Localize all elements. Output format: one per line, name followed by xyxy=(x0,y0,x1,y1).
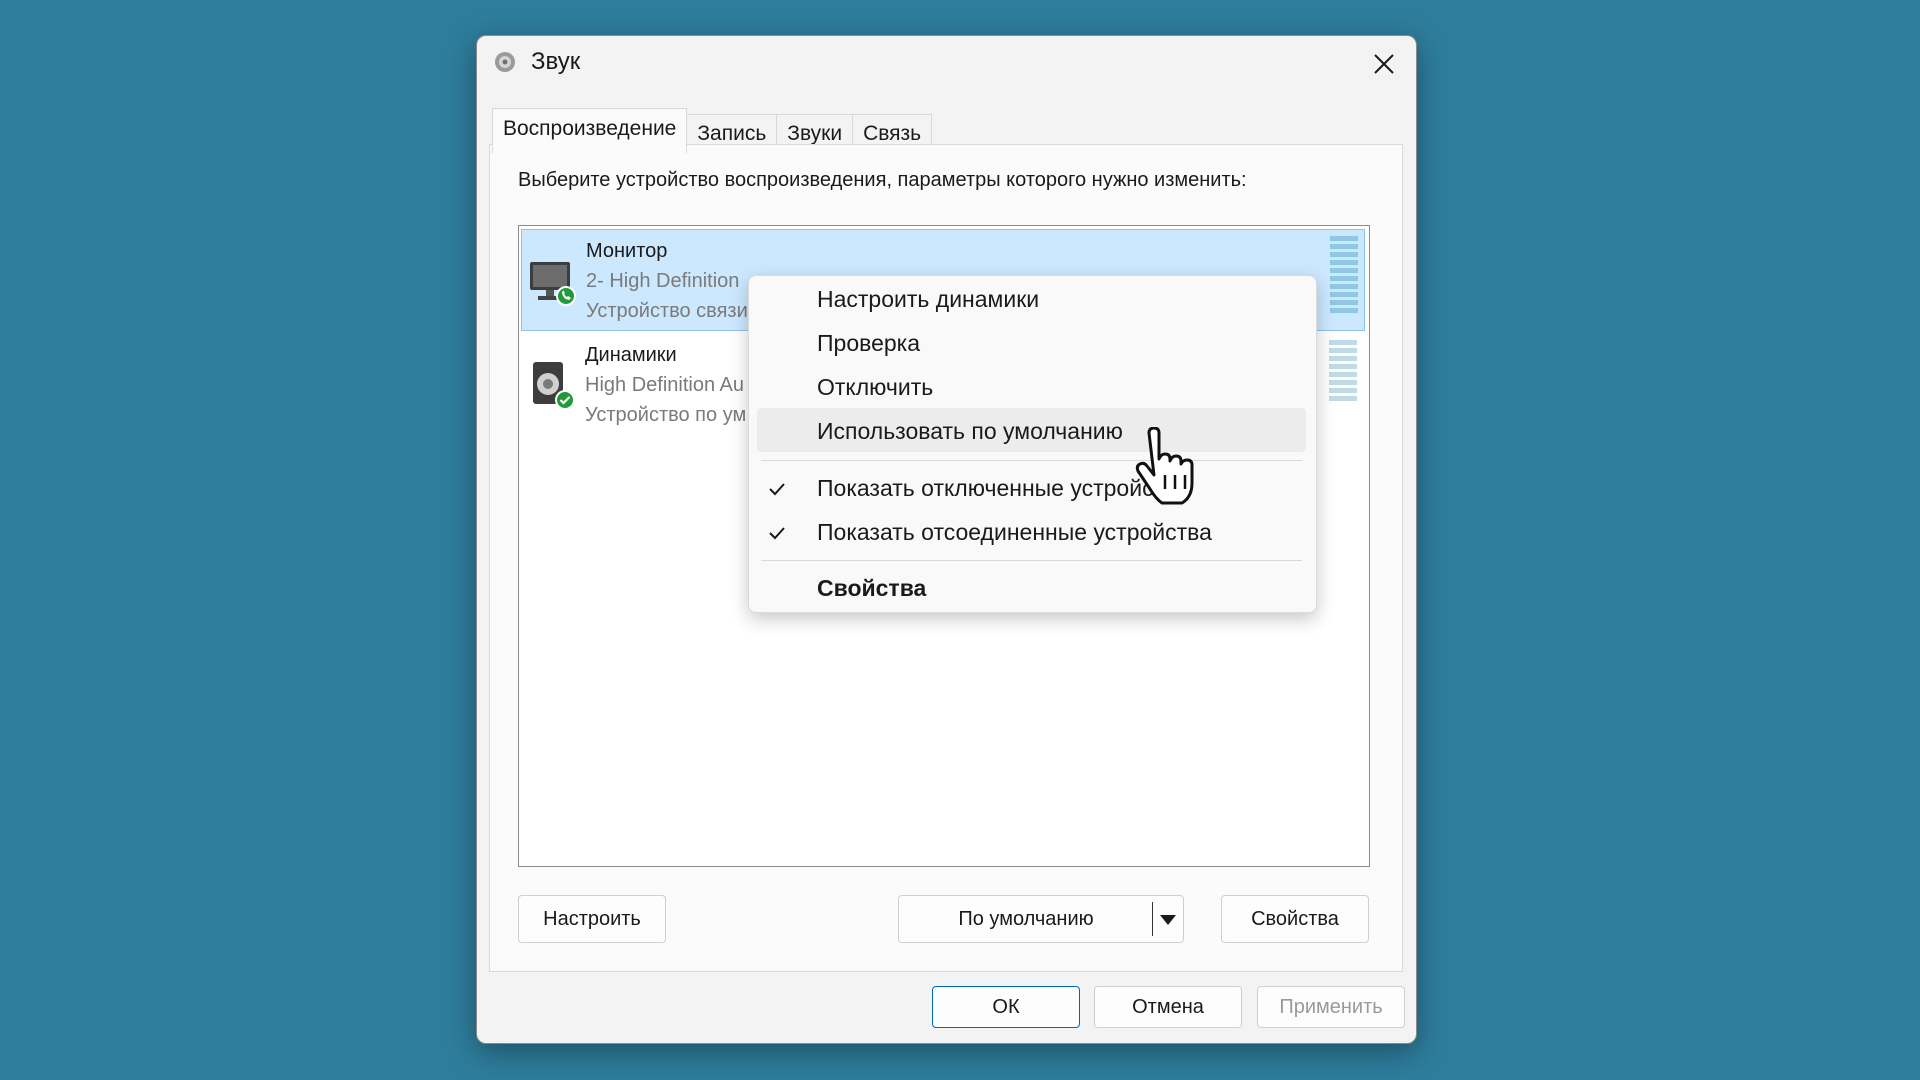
ok-button[interactable]: ОК xyxy=(932,986,1080,1028)
device-status: Устройство по ум xyxy=(585,404,747,426)
properties-button[interactable]: Свойства xyxy=(1221,895,1369,943)
checkmark-icon xyxy=(769,483,785,496)
window-title: Звук xyxy=(531,48,581,75)
speaker-icon xyxy=(533,362,575,410)
checkmark-icon xyxy=(769,527,785,540)
phone-badge-icon xyxy=(556,286,576,306)
context-menu: Настроить динамики Проверка Отключить Ис… xyxy=(748,275,1317,613)
menu-item-test[interactable]: Проверка xyxy=(817,330,920,357)
monitor-icon xyxy=(530,262,576,306)
menu-item-configure-speakers[interactable]: Настроить динамики xyxy=(817,286,1039,313)
apply-button[interactable]: Применить xyxy=(1257,986,1405,1028)
menu-item-properties[interactable]: Свойства xyxy=(817,575,926,602)
speaker-app-icon xyxy=(495,52,515,72)
device-driver: 2- High Definition xyxy=(586,270,740,292)
device-name: Динамики xyxy=(585,344,677,366)
instruction-text: Выберите устройство воспроизведения, пар… xyxy=(518,169,1247,191)
menu-item-show-disconnected[interactable]: Показать отсоединенные устройства xyxy=(817,519,1212,546)
device-driver: High Definition Au xyxy=(585,374,744,396)
set-default-button[interactable]: По умолчанию xyxy=(898,895,1184,943)
volume-meter xyxy=(1329,340,1357,404)
device-status: Устройство связи xyxy=(586,300,748,322)
menu-separator xyxy=(761,460,1302,461)
menu-separator xyxy=(761,560,1302,561)
device-name: Монитор xyxy=(586,240,668,262)
close-icon xyxy=(1374,54,1394,74)
hand-cursor-icon xyxy=(1135,427,1194,505)
volume-meter xyxy=(1330,236,1358,316)
configure-button[interactable]: Настроить xyxy=(518,895,666,943)
tab-playback[interactable]: Воспроизведение xyxy=(492,108,688,153)
cancel-button[interactable]: Отмена xyxy=(1094,986,1242,1028)
chevron-down-icon[interactable] xyxy=(1159,914,1177,926)
set-default-label: По умолчанию xyxy=(958,907,1094,930)
split-divider xyxy=(1152,902,1153,936)
menu-item-disable[interactable]: Отключить xyxy=(817,374,933,401)
close-button[interactable] xyxy=(1352,36,1416,92)
menu-item-show-disabled[interactable]: Показать отключенные устройства xyxy=(817,475,1189,502)
menu-item-set-default[interactable]: Использовать по умолчанию xyxy=(817,418,1123,445)
